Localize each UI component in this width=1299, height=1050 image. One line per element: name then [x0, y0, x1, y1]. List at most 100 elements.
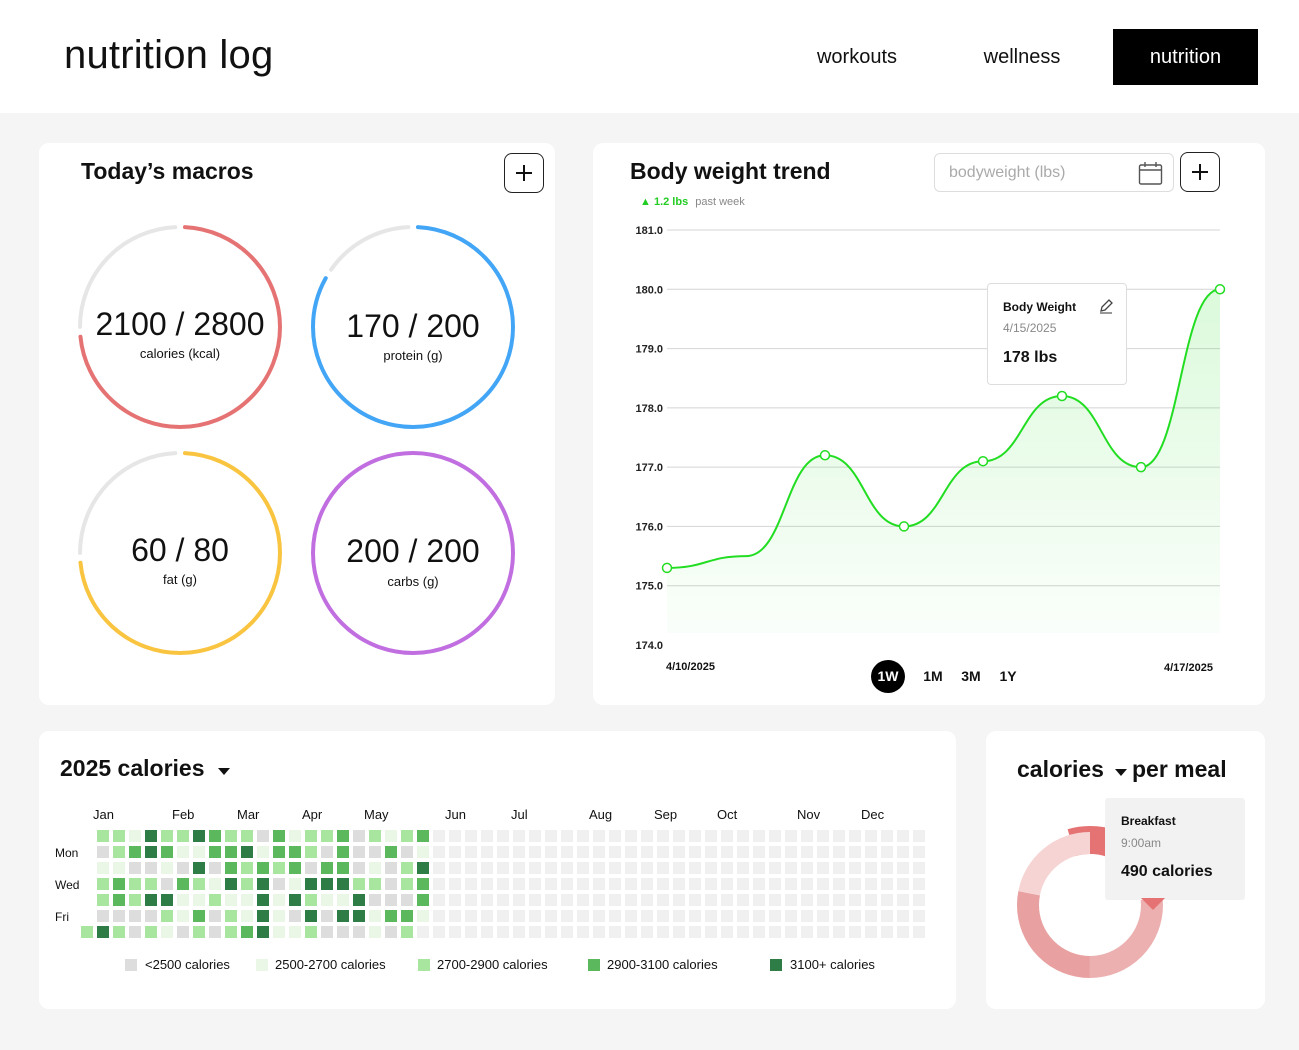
heatmap-cell[interactable]	[401, 894, 413, 906]
range-1y-button[interactable]: 1Y	[995, 660, 1021, 693]
heatmap-cell[interactable]	[465, 910, 477, 922]
heatmap-cell[interactable]	[289, 910, 301, 922]
heatmap-cell[interactable]	[513, 846, 525, 858]
heatmap-cell[interactable]	[145, 830, 157, 842]
heatmap-cell[interactable]	[481, 910, 493, 922]
heatmap-cell[interactable]	[193, 910, 205, 922]
heatmap-cell[interactable]	[273, 894, 285, 906]
heatmap-cell[interactable]	[593, 894, 605, 906]
heatmap-cell[interactable]	[641, 846, 653, 858]
heatmap-cell[interactable]	[241, 926, 253, 938]
heatmap-cell[interactable]	[673, 830, 685, 842]
heatmap-cell[interactable]	[705, 862, 717, 874]
heatmap-cell[interactable]	[609, 878, 621, 890]
weight-point[interactable]	[1214, 284, 1226, 295]
heatmap-cell[interactable]	[241, 910, 253, 922]
heatmap-cell[interactable]	[865, 830, 877, 842]
heatmap-cell[interactable]	[865, 926, 877, 938]
heatmap-cell[interactable]	[305, 862, 317, 874]
heatmap-cell[interactable]	[817, 846, 829, 858]
heatmap-cell[interactable]	[593, 862, 605, 874]
heatmap-cell[interactable]	[545, 910, 557, 922]
heatmap-cell[interactable]	[353, 830, 365, 842]
heatmap-cell[interactable]	[897, 830, 909, 842]
heatmap-cell[interactable]	[129, 846, 141, 858]
heatmap-cell[interactable]	[273, 926, 285, 938]
heatmap-cell[interactable]	[577, 830, 589, 842]
heatmap-cell[interactable]	[433, 894, 445, 906]
heatmap-cell[interactable]	[257, 878, 269, 890]
heatmap-cell[interactable]	[97, 862, 109, 874]
heatmap-cell[interactable]	[353, 894, 365, 906]
heatmap-cell[interactable]	[673, 878, 685, 890]
heatmap-cell[interactable]	[177, 926, 189, 938]
heatmap-cell[interactable]	[625, 910, 637, 922]
heatmap-cell[interactable]	[193, 926, 205, 938]
heatmap-cell[interactable]	[401, 846, 413, 858]
heatmap-cell[interactable]	[881, 894, 893, 906]
heatmap-cell[interactable]	[545, 894, 557, 906]
heatmap-cell[interactable]	[97, 894, 109, 906]
heatmap-cell[interactable]	[513, 862, 525, 874]
heatmap-cell[interactable]	[625, 846, 637, 858]
heatmap-cell[interactable]	[193, 862, 205, 874]
heatmap-cell[interactable]	[913, 910, 925, 922]
heatmap-cell[interactable]	[593, 878, 605, 890]
bodyweight-field[interactable]	[934, 153, 1174, 192]
heatmap-cell[interactable]	[369, 862, 381, 874]
heatmap-cell[interactable]	[849, 846, 861, 858]
heatmap-cell[interactable]	[593, 846, 605, 858]
heatmap-cell[interactable]	[817, 830, 829, 842]
heatmap-cell[interactable]	[641, 878, 653, 890]
heatmap-cell[interactable]	[881, 846, 893, 858]
heatmap-cell[interactable]	[113, 830, 125, 842]
nav-workouts[interactable]: workouts	[797, 29, 917, 85]
heatmap-cell[interactable]	[625, 830, 637, 842]
heatmap-cell[interactable]	[481, 878, 493, 890]
heatmap-cell[interactable]	[97, 910, 109, 922]
heatmap-cell[interactable]	[769, 862, 781, 874]
heatmap-cell[interactable]	[609, 846, 621, 858]
heatmap-cell[interactable]	[177, 894, 189, 906]
heatmap-cell[interactable]	[401, 926, 413, 938]
heatmap-cell[interactable]	[545, 926, 557, 938]
heatmap-cell[interactable]	[321, 862, 333, 874]
heatmap-cell[interactable]	[561, 846, 573, 858]
heatmap-cell[interactable]	[145, 878, 157, 890]
heatmap-cell[interactable]	[593, 926, 605, 938]
heatmap-cell[interactable]	[625, 894, 637, 906]
heatmap-cell[interactable]	[865, 894, 877, 906]
heatmap-cell[interactable]	[241, 830, 253, 842]
heatmap-cell[interactable]	[401, 878, 413, 890]
heatmap-cell[interactable]	[577, 878, 589, 890]
heatmap-cell[interactable]	[785, 830, 797, 842]
heatmap-cell[interactable]	[769, 894, 781, 906]
heatmap-cell[interactable]	[289, 878, 301, 890]
heatmap-cell[interactable]	[273, 846, 285, 858]
heatmap-cell[interactable]	[417, 878, 429, 890]
heatmap-cell[interactable]	[529, 910, 541, 922]
heatmap-cell[interactable]	[449, 830, 461, 842]
heatmap-cell[interactable]	[737, 846, 749, 858]
heatmap-cell[interactable]	[529, 846, 541, 858]
heatmap-cell[interactable]	[705, 910, 717, 922]
heatmap-cell[interactable]	[657, 846, 669, 858]
heatmap-cell[interactable]	[721, 830, 733, 842]
heatmap-cell[interactable]	[353, 910, 365, 922]
heatmap-cell[interactable]	[353, 878, 365, 890]
heatmap-cell[interactable]	[481, 830, 493, 842]
heatmap-cell[interactable]	[609, 926, 621, 938]
heatmap-cell[interactable]	[305, 830, 317, 842]
heatmap-cell[interactable]	[113, 878, 125, 890]
heatmap-cell[interactable]	[417, 830, 429, 842]
heatmap-cell[interactable]	[529, 926, 541, 938]
heatmap-cell[interactable]	[145, 846, 157, 858]
heatmap-cell[interactable]	[785, 910, 797, 922]
heatmap-cell[interactable]	[465, 894, 477, 906]
heatmap-cell[interactable]	[401, 862, 413, 874]
heatmap-cell[interactable]	[817, 862, 829, 874]
heatmap-cell[interactable]	[417, 894, 429, 906]
nav-nutrition[interactable]: nutrition	[1113, 29, 1258, 85]
heatmap-cell[interactable]	[449, 862, 461, 874]
heatmap-cell[interactable]	[209, 910, 221, 922]
